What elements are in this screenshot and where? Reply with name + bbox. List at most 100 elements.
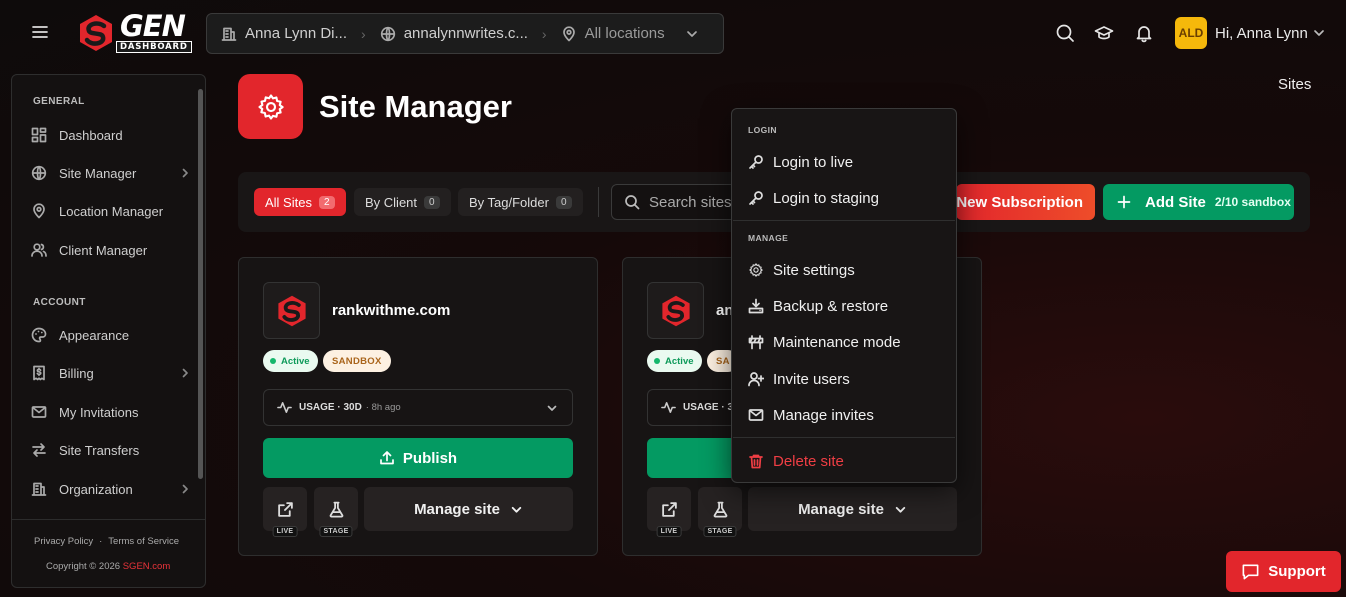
support-button[interactable]: Support (1226, 551, 1341, 592)
usage-updated: · 8h ago (365, 402, 401, 413)
terms-of-service-link[interactable]: Terms of Service (108, 536, 179, 547)
site-card: rankwithme.com Active SANDBOX USAGE · 30… (238, 257, 598, 556)
flask-icon (328, 501, 345, 518)
tab-count: 0 (424, 195, 440, 209)
sidebar-item-label: Organization (59, 481, 133, 497)
new-subscription-button[interactable]: New Subscription (956, 184, 1095, 220)
gear-icon (748, 262, 764, 278)
search-placeholder: Search sites (649, 193, 732, 211)
manage-site-button[interactable]: Manage site (364, 487, 573, 531)
activity-icon (661, 400, 676, 415)
context-breadcrumb[interactable]: Anna Lynn Di... › annalynnwrites.c... › … (206, 13, 724, 54)
add-site-label: Add Site (1145, 193, 1206, 211)
menu-item-maintenance-mode[interactable]: Maintenance mode (748, 330, 944, 354)
chevron-right-icon (179, 167, 191, 179)
breadcrumb-current: Sites (1278, 76, 1312, 93)
building-icon (31, 481, 47, 497)
breadcrumb-separator: › (541, 25, 547, 42)
map-pin-icon (561, 25, 577, 42)
status-dot (270, 358, 276, 364)
breadcrumb-site-label: annalynnwrites.c... (403, 25, 528, 42)
tab-all-sites[interactable]: All Sites 2 (254, 188, 346, 216)
activity-icon (277, 400, 292, 415)
sidebar-item-site-manager[interactable]: Site Manager (31, 162, 191, 184)
menu-item-backup-restore[interactable]: Backup & restore (748, 294, 944, 318)
sidebar-item-organization[interactable]: Organization (31, 478, 191, 500)
bell-icon[interactable] (1134, 23, 1154, 43)
chevron-right-icon (179, 483, 191, 495)
receipt-icon (31, 365, 47, 381)
menu-item-label: Delete site (773, 452, 844, 470)
open-live-button[interactable]: LIVE (263, 487, 307, 537)
sidebar-item-label: Client Manager (59, 242, 148, 258)
stage-tag: STAGE (319, 526, 353, 537)
manage-site-menu: LOGIN Login to live Login to staging MAN… (731, 108, 957, 483)
privacy-policy-link[interactable]: Privacy Policy (34, 536, 93, 547)
chevron-down-icon[interactable] (1312, 26, 1326, 40)
key-icon (748, 154, 764, 170)
sidebar-scrollbar[interactable] (198, 89, 203, 479)
publish-label: Publish (402, 449, 458, 467)
flask-icon (712, 501, 729, 518)
logo[interactable]: GEN DASHBOARD (76, 9, 201, 55)
tab-label: By Client (365, 194, 418, 210)
page-title: Site Manager (319, 89, 512, 124)
open-live-button[interactable]: LIVE (647, 487, 691, 537)
publish-button[interactable]: Publish (263, 438, 573, 478)
site-logo (647, 282, 704, 339)
menu-item-site-settings[interactable]: Site settings (748, 258, 944, 282)
usage-label: USAGE · 30D (299, 402, 362, 413)
breadcrumb-location[interactable]: All locations (561, 25, 699, 42)
graduation-cap-icon[interactable] (1094, 23, 1114, 43)
sidebar-item-location-manager[interactable]: Location Manager (31, 200, 191, 222)
site-name[interactable]: rankwithme.com (332, 302, 450, 319)
sidebar-section-general: GENERAL (33, 96, 85, 107)
user-greeting[interactable]: Hi, Anna Lynn (1215, 25, 1308, 42)
breadcrumb-separator: › (361, 25, 366, 42)
menu-item-login-staging[interactable]: Login to staging (748, 186, 944, 210)
logo-subtitle: DASHBOARD (116, 41, 192, 53)
manage-site-button[interactable]: Manage site (748, 487, 957, 531)
menu-item-invite-users[interactable]: Invite users (748, 367, 944, 391)
breadcrumb-site[interactable]: annalynnwrites.c... (380, 25, 528, 42)
plus-icon (1117, 195, 1131, 209)
open-staging-button[interactable]: STAGE (698, 487, 742, 537)
menu-item-login-live[interactable]: Login to live (748, 150, 944, 174)
search-icon[interactable] (1055, 23, 1075, 43)
add-site-button[interactable]: Add Site 2/10 sandbox (1103, 184, 1294, 220)
sidebar-item-dashboard[interactable]: Dashboard (31, 124, 191, 146)
menu-item-delete-site[interactable]: Delete site (748, 449, 944, 473)
usage-label: USAGE · 3 (683, 402, 734, 413)
tab-count: 0 (555, 195, 572, 209)
status-dot (654, 358, 660, 364)
open-staging-button[interactable]: STAGE (314, 487, 358, 537)
tab-by-client[interactable]: By Client 0 (354, 188, 451, 216)
sidebar-item-site-transfers[interactable]: Site Transfers (31, 439, 191, 461)
live-tag: LIVE (272, 526, 298, 537)
menu-item-manage-invites[interactable]: Manage invites (748, 403, 944, 427)
mail-icon (31, 404, 47, 420)
sidebar-item-label: Billing (59, 365, 94, 381)
status-label: Active (281, 355, 310, 367)
breadcrumb-client[interactable]: Anna Lynn Di... (221, 25, 347, 42)
sidebar-item-label: Location Manager (59, 203, 164, 219)
menu-item-label: Login to live (773, 153, 854, 171)
transfer-icon (31, 442, 47, 458)
download-tray-icon (748, 298, 764, 314)
avatar[interactable]: ALD (1175, 17, 1207, 49)
brand-link[interactable]: SGEN.com (123, 561, 171, 572)
sidebar-item-client-manager[interactable]: Client Manager (31, 239, 191, 261)
palette-icon (31, 327, 47, 343)
menu-icon[interactable] (30, 22, 50, 42)
menu-item-label: Manage invites (773, 406, 874, 424)
copyright: Copyright © 2026 SGEN.com (46, 561, 170, 572)
status-label: Active (665, 355, 694, 367)
usage-toggle[interactable]: USAGE · 30D · 8h ago (263, 389, 573, 426)
sidebar-item-billing[interactable]: Billing (31, 362, 191, 384)
chevron-down-icon (510, 503, 523, 516)
plan-badge: SANDBOX (323, 350, 391, 372)
gear-icon (238, 74, 303, 139)
sidebar-item-my-invitations[interactable]: My Invitations (31, 401, 191, 423)
tab-by-tag-folder[interactable]: By Tag/Folder 0 (458, 188, 583, 216)
sidebar-item-appearance[interactable]: Appearance (31, 324, 191, 346)
